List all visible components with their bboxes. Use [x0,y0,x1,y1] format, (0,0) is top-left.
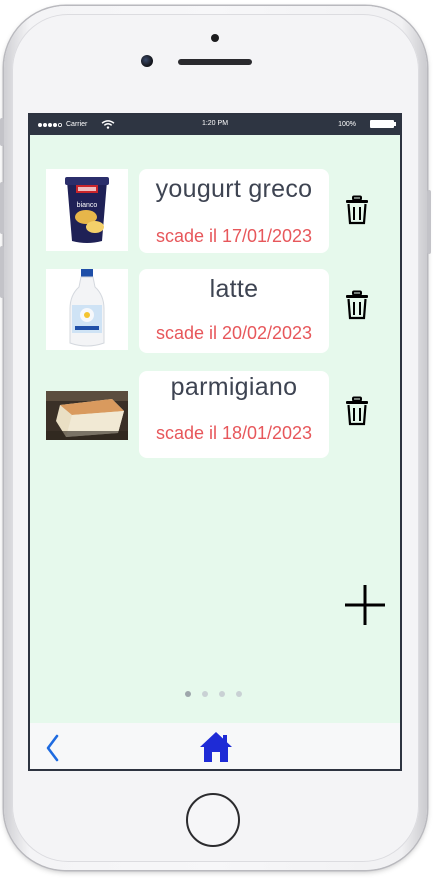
volume-down-button [0,246,4,298]
trash-icon[interactable] [344,396,370,426]
front-camera-icon [141,55,153,67]
item-name: latte [209,275,259,303]
item-card[interactable]: parmigiano scade il 18/01/2023 [139,371,329,458]
volume-up-button [0,182,4,234]
home-icon[interactable] [199,730,233,764]
app-screen: Carrier 1:20 PM 100% bianco yougurt grec… [30,115,400,769]
page-dot[interactable] [185,691,191,697]
page-dot[interactable] [202,691,208,697]
item-name: parmigiano [170,373,298,401]
cheese-wedge-icon [46,391,128,440]
svg-text:bianco: bianco [77,202,98,209]
item-name: yougurt greco [155,175,313,203]
proximity-sensor [211,34,219,42]
battery-icon [370,120,396,128]
item-card[interactable]: latte scade il 20/02/2023 [139,269,329,353]
milk-bottle-icon [46,269,128,350]
plus-icon[interactable] [343,583,387,627]
item-card[interactable]: yougurt greco scade il 17/01/2023 [139,169,329,253]
item-expiry: scade il 17/01/2023 [155,226,313,246]
power-button [427,190,431,254]
yogurt-pot-icon: bianco [46,169,128,251]
page-indicator[interactable] [185,691,242,697]
page-dot[interactable] [219,691,225,697]
mute-switch [0,118,4,146]
home-button[interactable] [186,793,240,847]
item-expiry: scade il 18/01/2023 [155,423,313,443]
tab-bar [30,723,400,769]
trash-icon[interactable] [344,290,370,320]
item-expiry: scade il 20/02/2023 [155,323,313,343]
status-bar: Carrier 1:20 PM 100% [30,115,400,135]
chevron-left-icon[interactable] [44,733,60,763]
page-dot[interactable] [236,691,242,697]
battery-percent: 100% [338,120,356,128]
earpiece-speaker [178,59,252,65]
trash-icon[interactable] [344,195,370,225]
